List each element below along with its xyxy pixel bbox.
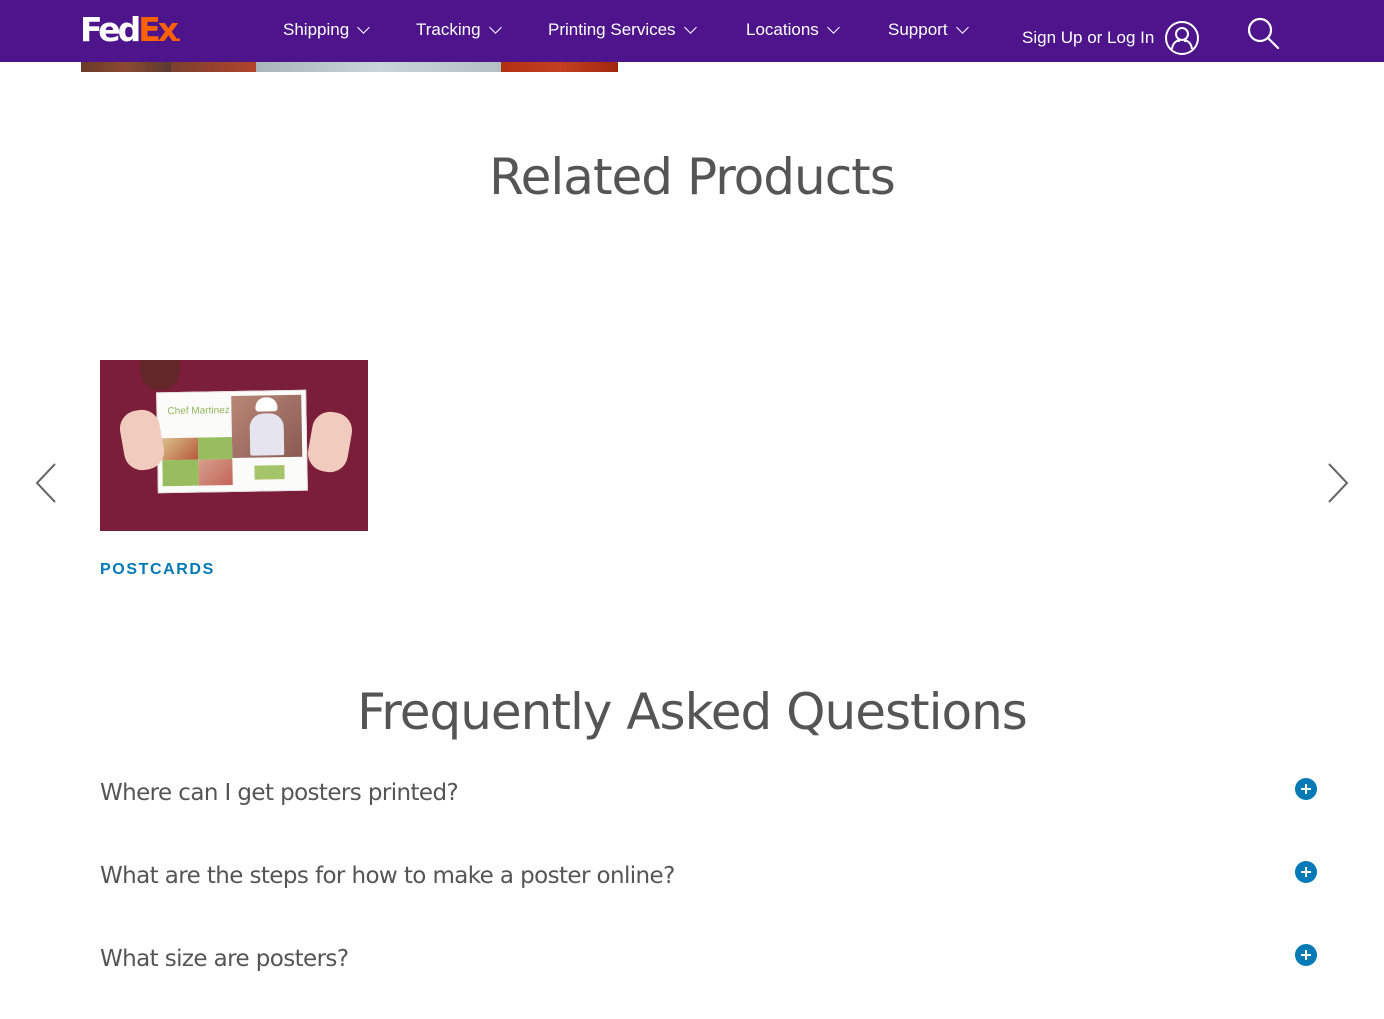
user-icon xyxy=(1165,21,1200,55)
plus-circle-icon[interactable] xyxy=(1295,861,1317,883)
nav-support[interactable]: Support xyxy=(888,18,969,42)
faq-item[interactable]: What are the steps for how to make a pos… xyxy=(100,861,1320,903)
faq-item[interactable]: Where can I get posters printed? xyxy=(100,778,1320,820)
product-card-postcards[interactable]: Chef Martinez POSTCARDS xyxy=(100,360,368,579)
faq-question: What are the steps for how to make a pos… xyxy=(100,863,675,889)
nav-printing-services[interactable]: Printing Services xyxy=(548,18,697,42)
chevron-down-icon xyxy=(488,21,502,34)
nav-support-label: Support xyxy=(888,20,948,39)
logo-dot: . xyxy=(176,29,182,45)
product-label-postcards[interactable]: POSTCARDS xyxy=(100,561,368,579)
search-icon xyxy=(1247,17,1280,50)
plus-circle-icon[interactable] xyxy=(1295,944,1317,966)
nav-locations-label: Locations xyxy=(746,20,819,39)
logo-fed: Fed xyxy=(80,10,141,49)
chevron-right-icon xyxy=(1328,463,1349,503)
sign-up-log-in-button[interactable]: Sign Up or Log In xyxy=(1022,20,1200,56)
logo-ex: Ex xyxy=(138,10,179,49)
hero-image-bottom-edge xyxy=(81,62,618,72)
nav-shipping-label: Shipping xyxy=(283,20,350,39)
top-navigation-bar: FedEx. Shipping Tracking Printing Servic… xyxy=(0,0,1384,62)
postcards-product-image: Chef Martinez xyxy=(100,360,368,531)
plus-circle-icon[interactable] xyxy=(1295,778,1317,800)
sign-in-label: Sign Up or Log In xyxy=(1022,28,1155,47)
nav-tracking[interactable]: Tracking xyxy=(416,18,502,42)
postcard-sample: Chef Martinez xyxy=(156,389,308,494)
carousel-prev-button[interactable] xyxy=(34,462,58,504)
faq-item[interactable]: What size are posters? xyxy=(100,944,1320,986)
related-products-heading: Related Products xyxy=(489,148,896,206)
nav-shipping[interactable]: Shipping xyxy=(283,18,371,42)
nav-printing-services-label: Printing Services xyxy=(548,20,676,39)
faq-heading: Frequently Asked Questions xyxy=(357,683,1028,741)
faq-question: Where can I get posters printed? xyxy=(100,780,459,806)
nav-tracking-label: Tracking xyxy=(416,20,481,39)
faq-question: What size are posters? xyxy=(100,946,349,972)
chevron-left-icon xyxy=(35,463,56,503)
nav-locations[interactable]: Locations xyxy=(746,18,840,42)
search-button[interactable] xyxy=(1246,16,1280,55)
chevron-down-icon xyxy=(357,21,371,34)
chevron-down-icon xyxy=(683,21,697,34)
postcard-chef-name: Chef Martinez xyxy=(167,405,230,418)
chevron-down-icon xyxy=(955,21,969,34)
fedex-logo[interactable]: FedEx. xyxy=(80,10,181,57)
chevron-down-icon xyxy=(826,21,840,34)
carousel-next-button[interactable] xyxy=(1326,462,1350,504)
